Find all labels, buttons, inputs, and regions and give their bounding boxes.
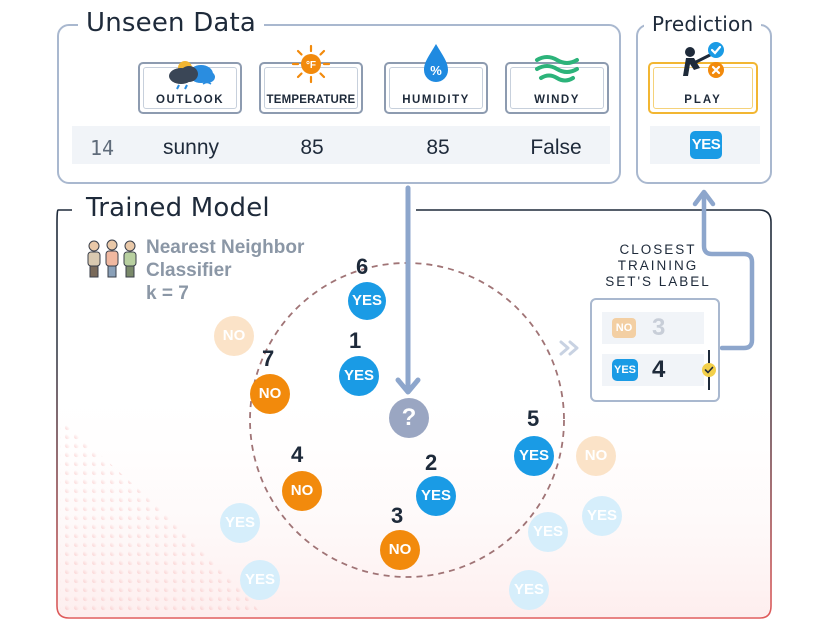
rank-6: 6	[356, 254, 369, 279]
k-value-label: k = 7	[146, 283, 189, 304]
other-point-no: NO	[576, 436, 616, 476]
other-point-yes: YES	[509, 570, 549, 610]
neighbor-point-5: YES	[514, 436, 554, 476]
other-point-no: NO	[214, 316, 254, 356]
neighbor-point-3: NO	[380, 530, 420, 570]
other-point-yes: YES	[528, 512, 568, 552]
other-point-yes: YES	[240, 560, 280, 600]
neighbor-point-4: NO	[282, 471, 322, 511]
closest-row-no: NO 3	[602, 312, 704, 344]
closest-title-line3: SET'S LABEL	[605, 274, 711, 289]
classifier-line2: Classifier	[146, 260, 232, 281]
closest-label-title: CLOSEST TRAINING SET'S LABEL	[596, 242, 720, 290]
classifier-line1: Nearest Neighbor	[146, 237, 305, 258]
closest-title-line2: TRAINING	[617, 258, 699, 273]
closest-yes-badge: YES	[612, 359, 638, 381]
neighbor-point-7: NO	[250, 374, 290, 414]
other-point-yes: YES	[220, 503, 260, 543]
closest-no-badge: NO	[612, 318, 636, 338]
trained-model-title: Trained Model	[78, 193, 278, 223]
neighbor-point-1: YES	[339, 356, 379, 396]
neighbor-point-2: YES	[416, 476, 456, 516]
rank-1: 1	[349, 328, 362, 353]
closest-row-yes: YES 4	[602, 354, 704, 386]
rank-5: 5	[527, 406, 540, 431]
closest-label-box: NO 3 YES 4	[590, 298, 720, 402]
closest-title-line1: CLOSEST	[619, 242, 697, 257]
rank-7: 7	[262, 346, 275, 371]
check-circle-icon	[702, 363, 716, 377]
other-point-yes: YES	[582, 496, 622, 536]
neighbor-point-6: YES	[348, 282, 386, 320]
query-point: ?	[389, 398, 429, 438]
rank-4: 4	[291, 442, 304, 467]
closest-yes-count: 4	[652, 356, 666, 383]
rank-2: 2	[425, 450, 438, 475]
people-group-icon	[87, 239, 137, 278]
closest-no-count: 3	[652, 314, 666, 341]
rank-3: 3	[391, 503, 404, 528]
